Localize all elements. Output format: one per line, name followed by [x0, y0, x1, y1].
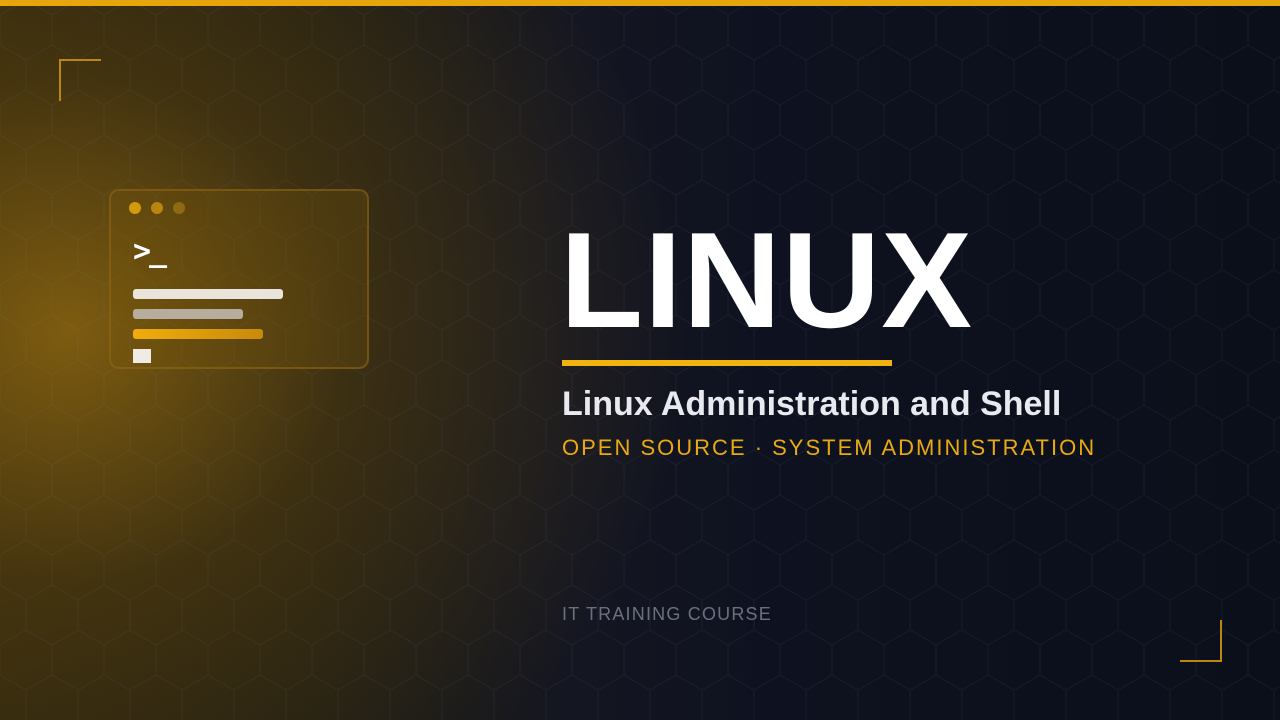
title-slide: >_ LINUX Linux Administration and Shell …: [0, 0, 1280, 720]
slide-subtitle: Linux Administration and Shell: [562, 385, 1062, 423]
window-dot-icon: [173, 202, 185, 214]
slide-title: LINUX: [560, 204, 973, 356]
slide-footer: IT TRAINING COURSE: [562, 604, 772, 624]
window-dot-icon: [151, 202, 163, 214]
terminal-cursor: [133, 349, 151, 363]
terminal-prompt: >_: [133, 234, 167, 269]
corner-bracket-bottom-right: [1180, 620, 1222, 662]
title-underline: [562, 360, 892, 366]
code-line: [133, 289, 283, 299]
terminal-window-icon: >_: [109, 189, 369, 369]
top-accent-bar: [0, 0, 1280, 6]
window-dot-icon: [129, 202, 141, 214]
corner-bracket-top-left: [59, 59, 101, 101]
slide-tagline: OPEN SOURCE · SYSTEM ADMINISTRATION: [562, 435, 1097, 460]
code-line: [133, 309, 243, 319]
code-line-highlight: [133, 329, 263, 339]
